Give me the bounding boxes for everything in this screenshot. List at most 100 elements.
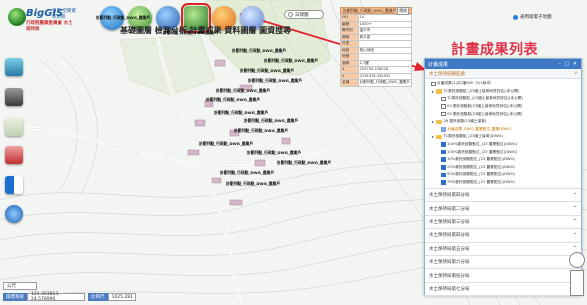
section-header[interactable]: 水土保持局第三分局 ^ <box>425 215 581 230</box>
tree-node-label: 計畫成果(1)共2筆GIS（9/1版本） <box>437 81 494 86</box>
section-header[interactable]: 水土保持局第五分局 ^ <box>425 242 581 256</box>
tree-node[interactable]: 10%委託檢驗點位_(23 農業點位)(DWG) <box>425 156 581 164</box>
tree-node[interactable]: 25%委託檢驗點位_(23 農業點位)(DWG) <box>425 164 581 172</box>
tree-node[interactable]: ▸ TC委託檢驗航_(23國土保育)(DWG) <box>425 133 581 141</box>
layer-checkbox[interactable] <box>441 96 446 102</box>
app-unit: 行政院農業委員會 水土保持局 <box>26 21 73 32</box>
tree-node[interactable]: ▸ TC委託檢驗航_(23國土保育地質評估)(未公開) <box>425 88 581 96</box>
tree-node-label: 75%委託檢驗點位_(23 農業點位)(DWG) <box>447 180 515 185</box>
tree-node[interactable]: 100%委託檢驗點位_(23 農業點位)(DWG) <box>425 141 581 149</box>
status-bar: 座標系統 121.303813, 24.578990 比例尺 1625.281 <box>3 292 136 302</box>
tree-node-label: 100%委託檢驗點位_(23 農業點位)(DWG) <box>447 142 518 147</box>
attribute-popup: 計劃列點_行政點_DWG_農業戶 關閉 FID 10 編號 1000+ 縣市別 臺中市 鄉鎮… <box>340 6 413 87</box>
folder-icon <box>436 119 442 125</box>
section-label: 水土保持局第七分局 <box>429 286 470 292</box>
tree-node[interactable]: 75%委託檢驗點位_(23 農業點位)(DWG) <box>425 179 581 187</box>
parcel-label: 計劃列點_行政點_DWG_農業戶 <box>264 58 319 63</box>
tree-node-label: 03 委託檢驗航(23國土保育地質評估)(未公開) <box>447 104 523 109</box>
section-header[interactable]: 水土保持局第四分局 ^ <box>425 189 581 203</box>
panel-window-controls[interactable]: – □ ✕ <box>558 61 578 67</box>
section-header[interactable]: 水土保持局第二分局 ^ <box>425 202 581 216</box>
panel-header: 計畫成果 – □ ✕ <box>425 59 581 69</box>
coord-system-label: 通用版電子地圖 <box>520 15 552 20</box>
parcel-label: 計劃列點_行政點_DWG_農業戶 <box>247 150 302 155</box>
section-header[interactable]: 水土保持局第七分局^ <box>425 282 581 297</box>
layer-tree: 計畫成果(1)共2筆GIS（9/1版本） ▸ TC委託檢驗航_(23國土保育地質評估… <box>425 79 581 189</box>
split-view-icon[interactable] <box>5 176 23 194</box>
tree-node-label: 計畫成果_DWG_農業點位_農業(DWG) <box>447 126 512 131</box>
layer-checkbox[interactable] <box>441 180 446 185</box>
section-label: 水土保持局第六分局 <box>429 260 470 266</box>
callout-title: 計畫成果列表 <box>451 42 538 58</box>
layer-checkbox[interactable] <box>441 165 446 170</box>
section-label: 水土保持局第五分局 <box>429 246 470 252</box>
parcel-label: 計劃列點_行政點_DWG_農業戶 <box>240 68 295 73</box>
draw-tool-icon[interactable] <box>5 58 23 76</box>
chevron-down-icon: v <box>574 71 577 76</box>
measure-icon[interactable] <box>5 118 23 136</box>
layer-checkbox[interactable] <box>441 142 446 147</box>
project-results-panel: 計畫成果 – □ ✕ 水土保持局轄區處 v 計畫成果(1)共2筆GIS（9/1版… <box>424 58 582 297</box>
chevron-up-icon: ^ <box>573 246 577 252</box>
parcel-label: 計劃列點_行政點_DWG_農業戶 <box>232 48 287 53</box>
attribute-row: 名稱 計劃列點_行政點_DWG_農業戶 <box>340 79 413 87</box>
layer-stack-icon[interactable] <box>5 88 23 106</box>
tree-node[interactable]: 100%委託檢驗點位_(23 農業點位)(DWG) <box>425 148 581 156</box>
tree-node[interactable]: 計畫成果_DWG_農業點位_農業(DWG) <box>425 126 581 134</box>
parcel-label: 計劃列點_行政點_DWG_農業戶 <box>226 181 281 186</box>
chevron-up-icon: ^ <box>573 206 577 212</box>
tree-node[interactable]: 50%委託檢驗點位_(23 農業點位)(DWG) <box>425 171 581 179</box>
app-logo: BigGIS 巨量 空間資訊系統 行政院農業委員會 水土保持局 <box>4 6 76 36</box>
location-map-icon[interactable] <box>5 146 23 164</box>
attribute-value: 計劃列點_行政點_DWG_農業戶 <box>357 79 413 87</box>
parcel-label: 計劃列點_行政點_DWG_農業戶 <box>277 160 332 165</box>
attribute-popup-title: 計劃列點_行政點_DWG_農業戶 <box>343 7 397 13</box>
folder-icon <box>436 134 442 140</box>
tree-node[interactable]: 03 委託檢驗航(23國土保育地質評估)(未公開) <box>425 103 581 111</box>
tree-node[interactable]: 05 委託檢驗航(23國土保育地質評估)(未公開) <box>425 110 581 118</box>
folder-icon <box>436 89 442 94</box>
globe-tool-icon[interactable] <box>5 205 23 223</box>
tree-node[interactable]: 計畫成果(1)共2筆GIS（9/1版本） <box>425 80 581 88</box>
tree-node-label: 28 委託檢驗(23國土保育) <box>443 119 487 124</box>
parcel-label: 計劃列點_行政點_DWG_農業戶 <box>216 88 271 93</box>
unit-value: 公尺 <box>3 282 37 290</box>
parcel-label: 計劃列點_行政點_DWG_農業戶 <box>96 15 151 20</box>
tree-node-label: 25%委託檢驗點位_(23 農業點位)(DWG) <box>447 164 515 169</box>
layer-checkbox[interactable] <box>441 104 446 109</box>
parcel-label: 計劃列點_行政點_DWG_農業戶 <box>244 118 299 123</box>
tree-node-label: 50%委託檢驗點位_(23 農業點位)(DWG) <box>447 172 515 177</box>
parcel-label: 計劃列點_行政點_DWG_農業戶 <box>199 141 254 146</box>
section-label: 水土保持局轄區處 <box>429 71 465 77</box>
active-section-header[interactable]: 水土保持局轄區處 v <box>425 69 581 79</box>
scale-value: 1625.281 <box>107 293 136 301</box>
layer-checkbox[interactable] <box>441 111 446 117</box>
map-toggle-label: 日間圖 <box>295 12 309 18</box>
attribute-key: 名稱 <box>340 79 359 87</box>
map-toggle[interactable]: 日間圖 <box>284 10 324 19</box>
chevron-up-icon: ^ <box>573 219 577 225</box>
compass-icon[interactable] <box>569 252 585 268</box>
toggle-radio-icon <box>288 12 293 17</box>
parcel-label: 計劃列點_行政點_DWG_農業戶 <box>220 170 275 175</box>
layer-checkbox[interactable] <box>441 157 446 162</box>
section-label: 水土保持局第四分局 <box>429 193 470 199</box>
layer-checkbox[interactable] <box>441 172 446 178</box>
attribute-close-button[interactable]: 關閉 <box>397 6 409 15</box>
parcel-label: 計劃列點_行政點_DWG_農業戶 <box>234 128 289 133</box>
coord-system-select[interactable]: 通用版電子地圖 <box>513 14 552 20</box>
layer-checkbox[interactable] <box>441 149 446 155</box>
section-header[interactable]: 水土保持局南投分局^ <box>425 269 581 283</box>
section-header[interactable]: 水土保持局第四分局 ^ <box>425 229 581 243</box>
section-label: 水土保持局第二分局 <box>429 206 470 212</box>
unit-select[interactable]: 公尺 <box>3 282 37 290</box>
tree-node-label: 05 委託檢驗航(23國土保育地質評估)(未公開) <box>447 111 523 116</box>
coord-value: 121.303813, 24.578990 <box>27 292 85 302</box>
zoom-control[interactable] <box>570 270 584 296</box>
tree-node[interactable]: ▸ 28 委託檢驗(23國土保育) <box>425 118 581 126</box>
section-list: 水土保持局第四分局 ^ 水土保持局第二分局 ^ 水土保持局第三分局 ^ 水土保持局第四分局 ^… <box>425 189 581 297</box>
section-header[interactable]: 水土保持局第六分局^ <box>425 255 581 270</box>
tree-node[interactable]: TC委託檢驗航_(23國土保育地質評估)(未公開) <box>425 95 581 103</box>
layer-checkbox[interactable] <box>431 81 436 87</box>
radio-icon <box>513 14 518 20</box>
